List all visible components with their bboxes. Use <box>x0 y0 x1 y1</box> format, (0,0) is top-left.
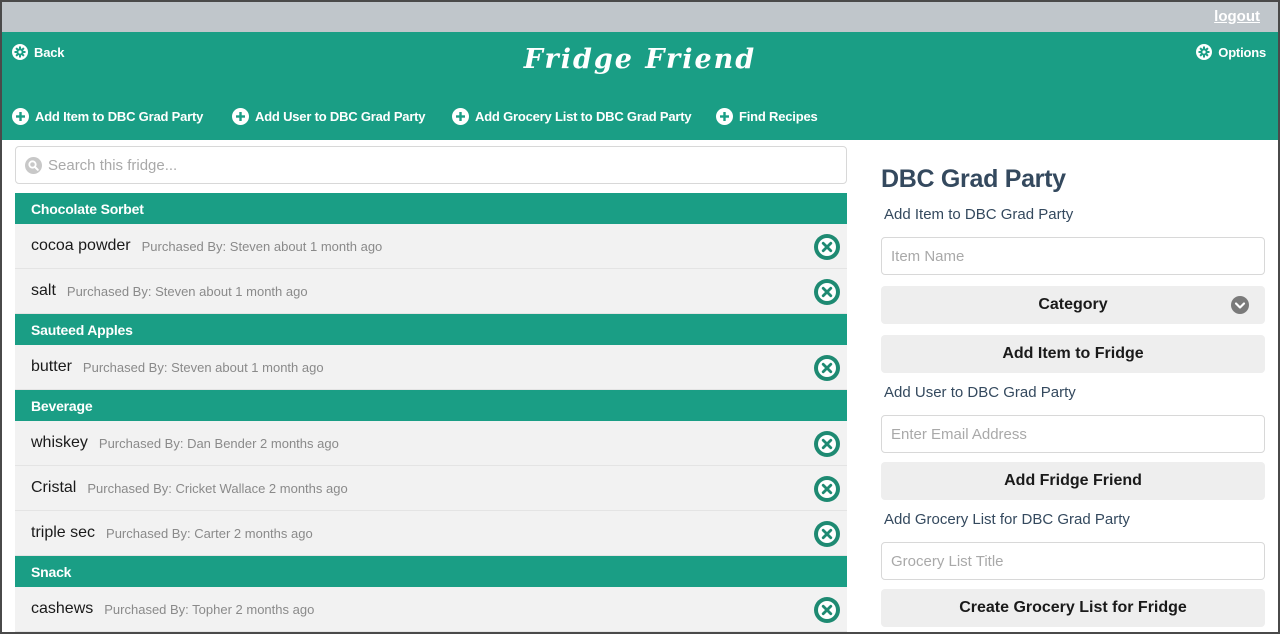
category-header: Chocolate Sorbet <box>15 193 847 224</box>
add-item-nav-button[interactable]: Add Item to DBC Grad Party <box>12 108 203 125</box>
item-name: cocoa powder <box>31 237 131 254</box>
search-input[interactable] <box>48 147 838 183</box>
add-user-nav-label: Add User to DBC Grad Party <box>255 109 426 124</box>
item-meta: Purchased By: Dan Bender 2 months ago <box>98 435 339 451</box>
category-header: Sauteed Apples <box>15 314 847 345</box>
item-meta: Purchased By: Steven about 1 month ago <box>82 359 324 375</box>
close-circle-icon[interactable] <box>814 355 840 381</box>
fridge-panel: DBC Grad Party Add Item to DBC Grad Part… <box>881 146 1267 627</box>
item-name: Cristal <box>31 479 77 496</box>
category-select-label: Category <box>1038 296 1108 313</box>
item-meta: Purchased By: Carter 2 months ago <box>106 525 313 541</box>
category-header: Snack <box>15 556 847 587</box>
category-select[interactable]: Category <box>881 286 1265 324</box>
plus-circle-icon <box>232 108 249 125</box>
add-user-heading: Add User to DBC Grad Party <box>884 383 1076 401</box>
fridge-items-column: Chocolate Sorbet cocoa powder Purchased … <box>15 146 847 634</box>
close-circle-icon[interactable] <box>814 279 840 305</box>
chevron-down-icon <box>1231 296 1249 314</box>
add-item-nav-label: Add Item to DBC Grad Party <box>35 109 204 124</box>
list-item: cashews Purchased By: Topher 2 months ag… <box>15 587 847 632</box>
list-item: whiskey Purchased By: Dan Bender 2 month… <box>15 421 847 466</box>
add-grocery-list-nav-label: Add Grocery List to DBC Grad Party <box>475 109 692 124</box>
grocery-list-title-field[interactable] <box>881 542 1265 580</box>
create-grocery-list-label: Create Grocery List for Fridge <box>959 599 1187 616</box>
item-meta: Purchased By: Topher 2 months ago <box>104 601 315 617</box>
add-item-to-fridge-label: Add Item to Fridge <box>1002 345 1144 362</box>
item-name: butter <box>31 358 72 375</box>
item-meta: Purchased By: Cricket Wallace 2 months a… <box>87 480 348 496</box>
gear-icon <box>1196 44 1213 60</box>
close-circle-icon[interactable] <box>814 234 840 260</box>
item-name: salt <box>31 282 56 299</box>
close-circle-icon[interactable] <box>814 521 840 547</box>
item-meta: Purchased By: Steven about 1 month ago <box>66 283 308 299</box>
add-item-to-fridge-button[interactable]: Add Item to Fridge <box>881 335 1265 373</box>
plus-circle-icon <box>716 108 733 125</box>
email-field[interactable] <box>881 415 1265 453</box>
logout-link[interactable]: logout <box>1214 8 1260 25</box>
item-name: whiskey <box>31 434 88 451</box>
add-fridge-friend-label: Add Fridge Friend <box>1004 472 1142 489</box>
options-button[interactable]: Options <box>1196 44 1266 60</box>
list-item: salt Purchased By: Steven about 1 month … <box>15 269 847 314</box>
find-recipes-nav-button[interactable]: Find Recipes <box>716 108 818 125</box>
close-circle-icon[interactable] <box>814 476 840 502</box>
header: Back Fridge Friend Options Add Item to D… <box>2 32 1278 140</box>
add-user-nav-button[interactable]: Add User to DBC Grad Party <box>232 108 426 125</box>
create-grocery-list-button[interactable]: Create Grocery List for Fridge <box>881 589 1265 627</box>
top-bar: logout <box>2 2 1278 32</box>
close-circle-icon[interactable] <box>814 431 840 457</box>
add-item-heading: Add Item to DBC Grad Party <box>884 205 1074 223</box>
list-item: triple sec Purchased By: Carter 2 months… <box>15 511 847 556</box>
app-title: Fridge Friend <box>523 44 757 75</box>
item-meta: Purchased By: Steven about 1 month ago <box>141 238 383 254</box>
plus-circle-icon <box>452 108 469 125</box>
fridge-title: DBC Grad Party <box>881 165 1066 193</box>
add-grocery-list-heading: Add Grocery List for DBC Grad Party <box>884 510 1130 528</box>
plus-circle-icon <box>12 108 29 125</box>
list-item: butter Purchased By: Steven about 1 mont… <box>15 345 847 390</box>
item-name: cashews <box>31 600 94 617</box>
find-recipes-nav-label: Find Recipes <box>739 109 818 124</box>
item-name-field[interactable] <box>881 237 1265 275</box>
add-grocery-list-nav-button[interactable]: Add Grocery List to DBC Grad Party <box>452 108 692 125</box>
search-box <box>15 146 847 184</box>
add-fridge-friend-button[interactable]: Add Fridge Friend <box>881 462 1265 500</box>
list-item: cocoa powder Purchased By: Steven about … <box>15 224 847 269</box>
search-icon <box>25 157 42 174</box>
item-name: triple sec <box>31 524 96 541</box>
close-circle-icon[interactable] <box>814 597 840 623</box>
options-label: Options <box>1218 44 1266 60</box>
category-header: Beverage <box>15 390 847 421</box>
list-item: Cristal Purchased By: Cricket Wallace 2 … <box>15 466 847 511</box>
